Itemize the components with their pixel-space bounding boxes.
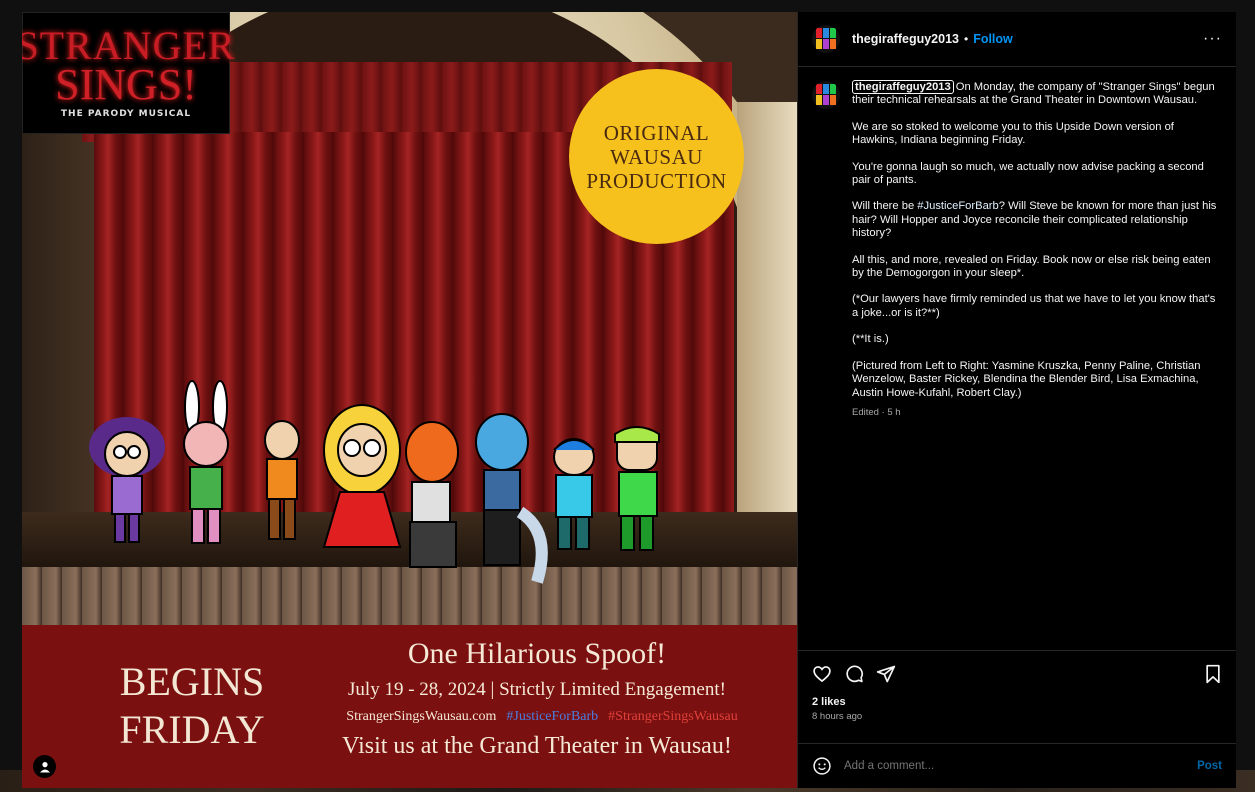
save-button[interactable] [1204,664,1222,689]
caption-text: thegiraffeguy2013 On Monday, the company … [852,80,1222,413]
post-modal: STRANGER SINGS! THE PARODY MUSICAL ORIGI… [22,12,1236,788]
banner-dates: July 19 - 28, 2024 | Strictly Limited En… [348,679,726,700]
like-button[interactable] [812,664,832,684]
comment-button[interactable] [844,664,864,684]
post-author-username[interactable]: thegiraffeguy2013 [852,32,959,46]
begins-text: BEGINS [119,659,265,704]
logo-tagline: THE PARODY MUSICAL [60,109,192,119]
banner-headline: One Hilarious Spoof! [407,637,667,670]
comment-icon [846,665,864,683]
friday-text: FRIDAY [119,707,265,752]
character-robert [614,426,660,551]
badge-line: PRODUCTION [586,168,727,193]
caption-paragraph: (Pictured from Left to Right: Yasmine Kr… [852,359,1201,399]
logo-title-line2: SINGS! [55,60,197,109]
profile-avatar-icon [812,81,840,109]
badge-line: WAUSAU [610,144,703,169]
caption-username[interactable]: thegiraffeguy2013 [852,80,954,94]
post-image[interactable]: STRANGER SINGS! THE PARODY MUSICAL ORIGI… [22,12,797,788]
comment-box: Post [798,743,1236,788]
person-icon [39,761,50,772]
character-penny [183,380,229,544]
caption-paragraph: We are so stoked to welcome you to this … [852,120,1174,147]
production-badge: ORIGINAL WAUSAU PRODUCTION [569,69,744,244]
avatar[interactable] [812,25,840,53]
post-comment-button[interactable]: Post [1197,760,1222,772]
comment-input[interactable] [844,760,1174,772]
banner-visit: Visit us at the Grand Theater in Wausau! [342,733,732,759]
character-baster [322,404,402,548]
banner-links: StrangerSingsWausau.com #JusticeForBarb #S… [287,709,797,725]
share-button[interactable] [876,664,896,684]
action-icons [812,661,1222,687]
post-details: thegiraffeguy2013 • Follow ··· thegiraff… [797,12,1236,788]
emoji-icon [813,757,831,775]
show-logo: STRANGER SINGS! THE PARODY MUSICAL [22,12,235,134]
post-header: thegiraffeguy2013 • Follow ··· [798,12,1236,67]
more-options-button[interactable]: ··· [1203,30,1222,48]
tagged-users-button[interactable] [33,755,56,778]
character-yasmine [89,417,165,543]
caption: thegiraffeguy2013 On Monday, the company … [812,80,1222,413]
heart-icon [813,666,831,683]
banner-hashtag: #JusticeForBarb [506,709,599,724]
theater-stage-photo: STRANGER SINGS! THE PARODY MUSICAL ORIGI… [22,12,797,625]
poster-banner: BEGINS FRIDAY One Hilarious Spoof! July … [22,625,797,788]
follow-button[interactable]: Follow [973,32,1013,46]
badge-line: ORIGINAL [603,120,710,145]
begins-friday: BEGINS FRIDAY [97,658,287,754]
caption-paragraph: (*Our lawyers have firmly reminded us th… [852,293,1216,319]
post-actions: 2 likes 8 hours ago [798,650,1236,743]
likes-count[interactable]: 2 likes [812,696,1222,708]
caption-area: thegiraffeguy2013 On Monday, the company … [798,67,1236,650]
separator-dot: • [963,32,969,46]
cartoon-characters [89,380,660,584]
caption-text-fragment: Will there be [852,200,918,213]
profile-avatar-icon [812,25,840,53]
banner-site: StrangerSingsWausau.com [346,709,497,724]
caption-hashtag[interactable]: #JusticeForBarb [917,200,998,212]
character-christian [264,420,300,540]
post-timestamp[interactable]: 8 hours ago [812,711,1222,722]
emoji-button[interactable] [812,756,832,776]
character-austin [553,438,595,550]
avatar[interactable] [812,81,840,109]
caption-paragraph: You're gonna laugh so much, we actually … [852,160,1204,187]
caption-paragraph: (**It is.) [852,333,889,346]
send-icon [876,665,896,683]
caption-paragraph: All this, and more, revealed on Friday. … [852,253,1211,280]
bookmark-icon [1206,664,1220,684]
character-lisa [475,413,548,584]
banner-hashtag: #StrangerSingsWausau [608,709,738,724]
character-blendina [405,421,459,568]
